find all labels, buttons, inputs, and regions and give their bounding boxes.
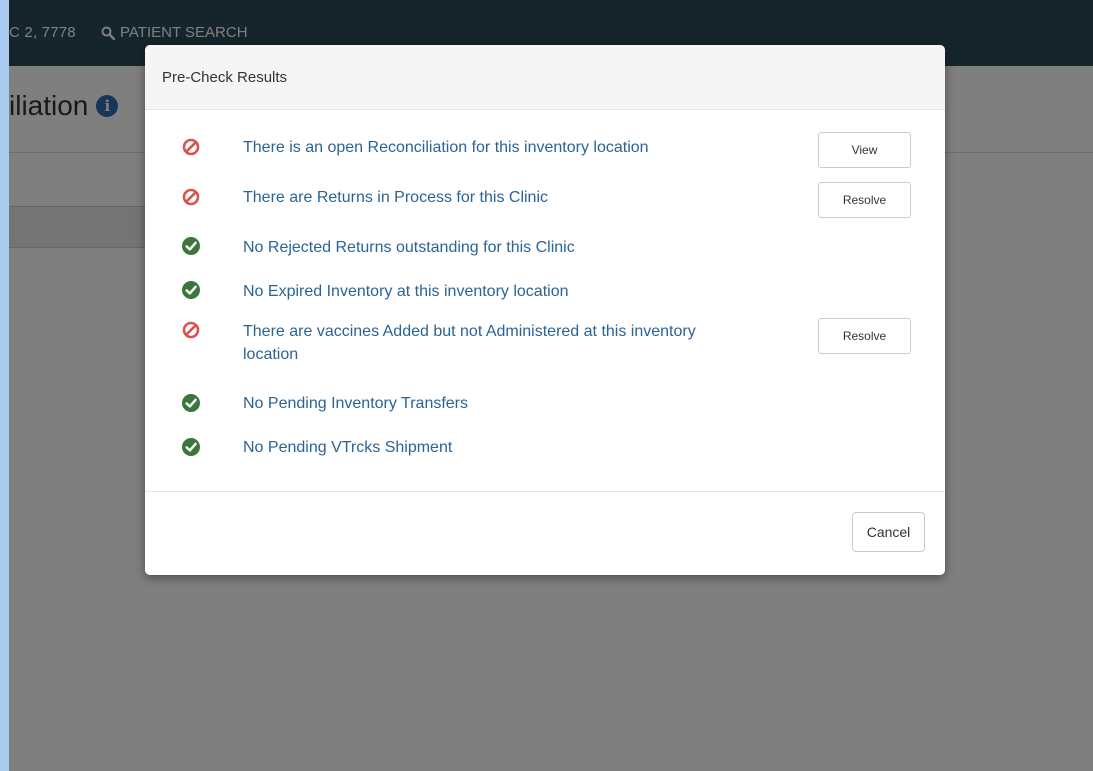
check-item-text: No Expired Inventory at this inventory l… (243, 283, 569, 300)
modal-footer: Cancel (145, 492, 945, 574)
prohibited-icon (182, 188, 200, 206)
prohibited-icon (182, 138, 200, 156)
check-item-text: No Pending VTrcks Shipment (243, 439, 453, 456)
modal-body: There is an open Reconciliation for this… (145, 110, 945, 492)
check-circle-icon (182, 237, 200, 255)
cancel-button[interactable]: Cancel (852, 512, 925, 552)
check-item-text: No Rejected Returns outstanding for this… (243, 239, 575, 256)
left-edge-strip (0, 0, 9, 771)
check-item-text: No Pending Inventory Transfers (243, 395, 469, 412)
resolve-button[interactable]: Resolve (818, 182, 911, 218)
view-button[interactable]: View (818, 132, 911, 168)
prohibited-icon (182, 321, 200, 339)
check-item-text: There are vaccines Added but not Adminis… (243, 323, 696, 363)
pre-check-modal: Pre-Check Results There is an open Recon… (145, 45, 945, 575)
modal-title: Pre-Check Results (162, 68, 288, 86)
check-item-text: There are Returns in Process for this Cl… (243, 189, 548, 206)
modal-header: Pre-Check Results (145, 45, 945, 110)
check-circle-icon (182, 281, 200, 299)
check-circle-icon (182, 438, 200, 456)
check-circle-icon (182, 394, 200, 412)
resolve-button[interactable]: Resolve (818, 318, 911, 354)
check-item-text: There is an open Reconciliation for this… (243, 139, 649, 156)
